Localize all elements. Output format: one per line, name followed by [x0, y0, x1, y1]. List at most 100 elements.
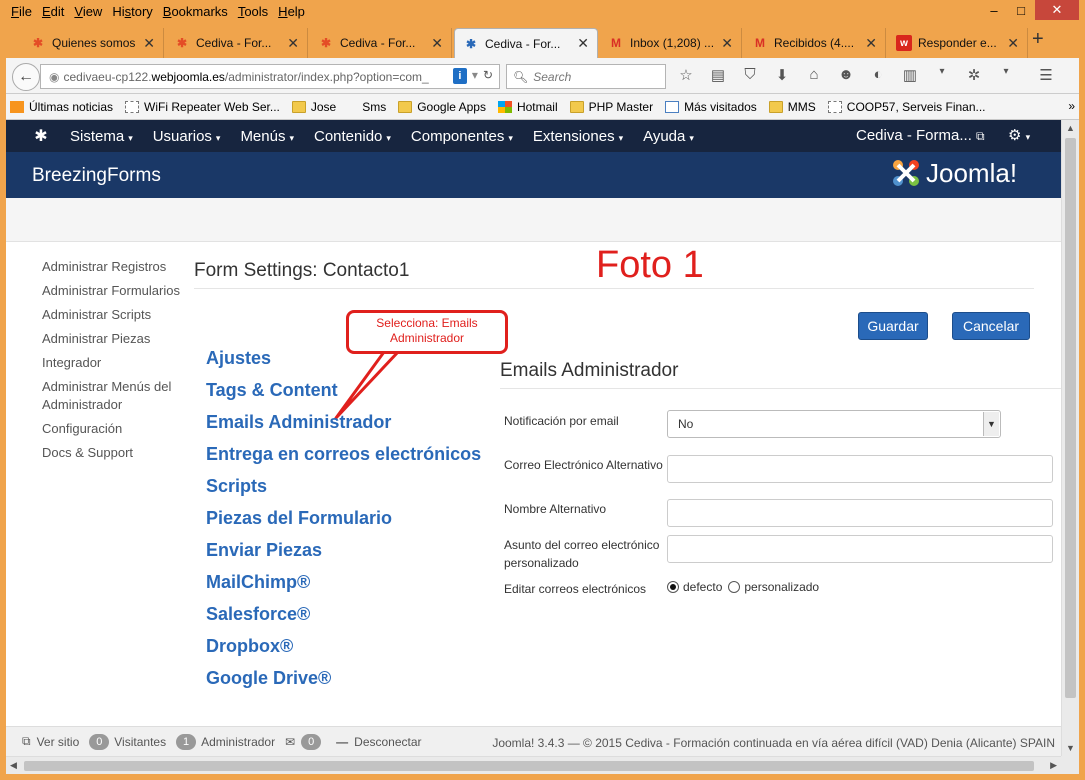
menu-view[interactable]: View: [69, 4, 107, 19]
bookmark-wifi-repeater[interactable]: WiFi Repeater Web Ser...: [125, 100, 280, 114]
nav-componentes[interactable]: Componentes ▾: [411, 128, 513, 145]
settings-link-enviar-piezas[interactable]: Enviar Piezas: [206, 534, 481, 566]
sidebar-item-registros[interactable]: Administrar Registros: [42, 258, 182, 276]
tab-quienes-somos[interactable]: ✱ Quienes somos ✕: [22, 28, 164, 58]
settings-link-mailchimp[interactable]: MailChimp®: [206, 566, 481, 598]
alt-name-field[interactable]: [667, 499, 1053, 527]
bookmark-ultimas-noticias[interactable]: Últimas noticias: [10, 100, 113, 114]
nav-usuarios[interactable]: Usuarios ▾: [153, 128, 221, 145]
save-button[interactable]: Guardar: [858, 312, 928, 340]
close-window-button[interactable]: ✕: [1035, 0, 1079, 20]
bookmark-mms[interactable]: MMS: [768, 100, 816, 114]
scrollbar-thumb[interactable]: [24, 761, 1034, 771]
radio-default[interactable]: [667, 581, 679, 593]
pocket-icon[interactable]: ⛉: [740, 66, 760, 84]
settings-link-google-drive[interactable]: Google Drive®: [206, 662, 481, 694]
home-icon[interactable]: ⌂: [804, 66, 824, 84]
sidebar-item-configuracion[interactable]: Configuración: [42, 420, 182, 438]
tab-inbox[interactable]: M Inbox (1,208) ... ✕: [600, 28, 742, 58]
bookmark-google-apps[interactable]: Google Apps: [398, 100, 486, 114]
sidebar-item-menus[interactable]: Administrar Menús del Administrador: [42, 378, 182, 414]
radio-custom[interactable]: [728, 581, 741, 593]
clipboard-icon[interactable]: ▥: [900, 66, 920, 84]
settings-link-dropbox[interactable]: Dropbox®: [206, 630, 481, 662]
scroll-left-icon[interactable]: ◀: [10, 760, 17, 771]
tab-recibidos[interactable]: M Recibidos (4.... ✕: [744, 28, 886, 58]
vertical-scrollbar[interactable]: ▲ ▼: [1061, 120, 1079, 756]
tab-cediva-2[interactable]: ✱ Cediva - For... ✕: [310, 28, 452, 58]
menu-edit[interactable]: Edit: [37, 4, 69, 19]
scroll-up-icon[interactable]: ▲: [1066, 123, 1075, 133]
logout-link[interactable]: — Desconectar: [336, 735, 421, 749]
bookmark-hotmail[interactable]: Hotmail: [497, 100, 558, 114]
menu-tools[interactable]: Tools: [233, 4, 273, 19]
settings-link-tags[interactable]: Tags & Content: [206, 374, 481, 406]
addon-icon[interactable]: ◐: [868, 66, 888, 84]
smiley-icon[interactable]: ☻: [836, 66, 856, 84]
close-tab-icon[interactable]: ✕: [431, 35, 443, 52]
settings-link-entrega[interactable]: Entrega en correos electrónicos: [206, 438, 481, 470]
alt-email-field[interactable]: [667, 455, 1053, 483]
close-tab-icon[interactable]: ✕: [1007, 35, 1019, 52]
settings-link-emails-admin[interactable]: Emails Administrador: [206, 406, 481, 438]
sidebar-item-integrador[interactable]: Integrador: [42, 354, 182, 372]
nav-sistema[interactable]: Sistema ▾: [70, 128, 133, 145]
settings-link-piezas[interactable]: Piezas del Formulario: [206, 502, 481, 534]
tab-responder[interactable]: w Responder e... ✕: [888, 28, 1028, 58]
sidebar-item-formularios[interactable]: Administrar Formularios: [42, 282, 182, 300]
tab-cediva-active[interactable]: ✱ Cediva - For... ✕: [454, 28, 598, 58]
close-tab-icon[interactable]: ✕: [577, 35, 589, 52]
notification-select[interactable]: No ▼: [667, 410, 1001, 438]
subject-field[interactable]: [667, 535, 1053, 563]
view-site-link[interactable]: ⧉ Ver sitio: [22, 734, 79, 749]
cancel-button[interactable]: Cancelar: [952, 312, 1030, 340]
tab-cediva-1[interactable]: ✱ Cediva - For... ✕: [166, 28, 308, 58]
settings-link-salesforce[interactable]: Salesforce®: [206, 598, 481, 630]
new-tab-button[interactable]: +: [1032, 28, 1044, 51]
sidebar-item-scripts[interactable]: Administrar Scripts: [42, 306, 182, 324]
bookmark-php-master[interactable]: PHP Master: [569, 100, 653, 114]
menu-bookmarks[interactable]: Bookmarks: [158, 4, 233, 19]
bookmarks-overflow-button[interactable]: »: [1068, 99, 1075, 113]
menu-help[interactable]: Help: [273, 4, 310, 19]
maximize-button[interactable]: □: [1007, 0, 1035, 20]
bookmark-jose[interactable]: Jose: [291, 100, 336, 114]
menu-file[interactable]: File: [6, 4, 37, 19]
download-icon[interactable]: ⬇: [772, 66, 792, 84]
nav-ayuda[interactable]: Ayuda ▾: [643, 128, 694, 145]
url-bar[interactable]: ◉ cedivaeu-cp122. webjoomla.es/administra…: [40, 64, 500, 89]
scroll-right-icon[interactable]: ▶: [1050, 760, 1057, 771]
bookmark-sms[interactable]: Sms: [362, 100, 386, 114]
bookmark-coop57[interactable]: COOP57, Serveis Finan...: [827, 100, 986, 114]
menu-history[interactable]: History: [107, 4, 157, 19]
extension-icon[interactable]: ✲: [964, 66, 984, 84]
sidebar-item-piezas[interactable]: Administrar Piezas: [42, 330, 182, 348]
dropdown-icon[interactable]: ▾: [996, 66, 1016, 84]
nav-menus[interactable]: Menús ▾: [240, 128, 294, 145]
dropdown-icon[interactable]: ▾: [932, 66, 952, 84]
settings-link-ajustes[interactable]: Ajustes: [206, 342, 481, 374]
hamburger-menu-icon[interactable]: ☰: [1036, 66, 1056, 84]
sidebar-item-docs[interactable]: Docs & Support: [42, 444, 182, 462]
scrollbar-thumb[interactable]: [1065, 138, 1076, 698]
settings-gear-icon[interactable]: ⚙ ▾: [1008, 126, 1030, 144]
close-tab-icon[interactable]: ✕: [287, 35, 299, 52]
nav-extensiones[interactable]: Extensiones ▾: [533, 128, 623, 145]
minimize-button[interactable]: –: [980, 0, 1008, 20]
joomla-logo-icon[interactable]: ✱: [30, 125, 52, 147]
messages-status[interactable]: ✉ 0: [285, 733, 326, 750]
nav-contenido[interactable]: Contenido ▾: [314, 128, 391, 145]
dropdown-icon[interactable]: ▾: [472, 68, 478, 84]
settings-link-scripts[interactable]: Scripts: [206, 470, 481, 502]
close-tab-icon[interactable]: ✕: [865, 35, 877, 52]
info-icon[interactable]: i: [452, 68, 467, 84]
close-tab-icon[interactable]: ✕: [721, 35, 733, 52]
back-button[interactable]: ←: [12, 63, 40, 91]
bookmark-mas-visitados[interactable]: Más visitados: [665, 100, 757, 114]
bookmark-star-icon[interactable]: ☆: [676, 66, 696, 84]
reading-list-icon[interactable]: ▤: [708, 66, 728, 84]
scroll-down-icon[interactable]: ▼: [1066, 743, 1075, 753]
search-bar[interactable]: 🔍︎ Search: [506, 64, 666, 89]
close-tab-icon[interactable]: ✕: [143, 35, 155, 52]
horizontal-scrollbar[interactable]: ◀ ▶: [6, 756, 1061, 774]
